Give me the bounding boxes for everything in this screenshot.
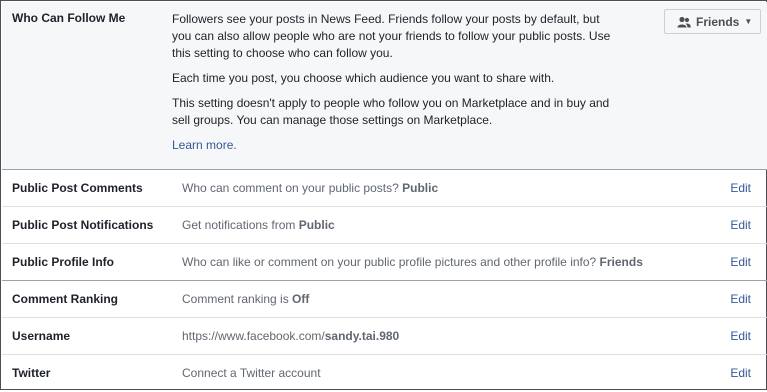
who-can-follow-description: Followers see your posts in News Feed. F… [172,11,622,162]
setting-label: Public Profile Info [12,255,115,269]
who-can-follow-section: Who Can Follow Me Followers see your pos… [2,2,767,170]
setting-row-username: Username https://www.facebook.com/sandy.… [2,318,767,355]
setting-value: Who can like or comment on your public p… [182,255,643,269]
setting-label: Public Post Notifications [12,218,154,232]
learn-more-link[interactable]: Learn more. [172,138,237,152]
setting-row-twitter: Twitter Connect a Twitter account Edit [2,355,767,392]
edit-link[interactable]: Edit [730,218,751,232]
edit-link[interactable]: Edit [730,329,751,343]
audience-selector-button[interactable]: Friends ▼ [664,9,761,34]
setting-row-public-profile-info: Public Profile Info Who can like or comm… [2,244,767,281]
setting-value: Connect a Twitter account [182,366,321,380]
edit-link[interactable]: Edit [730,181,751,195]
edit-link[interactable]: Edit [730,255,751,269]
setting-row-public-post-comments: Public Post Comments Who can comment on … [2,170,767,207]
setting-row-comment-ranking: Comment Ranking Comment ranking is Off E… [2,281,767,318]
setting-label: Twitter [12,366,51,380]
setting-row-public-post-notifications: Public Post Notifications Get notificati… [2,207,767,244]
edit-link[interactable]: Edit [730,292,751,306]
setting-value: Get notifications from Public [182,218,335,232]
follow-settings-panel: Who Can Follow Me Followers see your pos… [0,0,767,390]
description-paragraph: Each time you post, you choose which aud… [172,71,555,85]
setting-value: Who can comment on your public posts? Pu… [182,181,439,195]
description-paragraph: Followers see your posts in News Feed. F… [172,12,611,60]
setting-value: https://www.facebook.com/sandy.tai.980 [182,329,400,343]
edit-link[interactable]: Edit [730,366,751,380]
setting-label: Public Post Comments [12,181,143,195]
audience-selector-label: Friends [696,14,740,29]
setting-value: Comment ranking is Off [182,292,310,306]
friends-icon [677,16,691,28]
chevron-down-icon: ▼ [744,17,753,26]
setting-label: Username [12,329,71,343]
setting-label: Comment Ranking [12,292,119,306]
who-can-follow-label: Who Can Follow Me [12,11,126,25]
description-paragraph: This setting doesn't apply to people who… [172,96,610,127]
